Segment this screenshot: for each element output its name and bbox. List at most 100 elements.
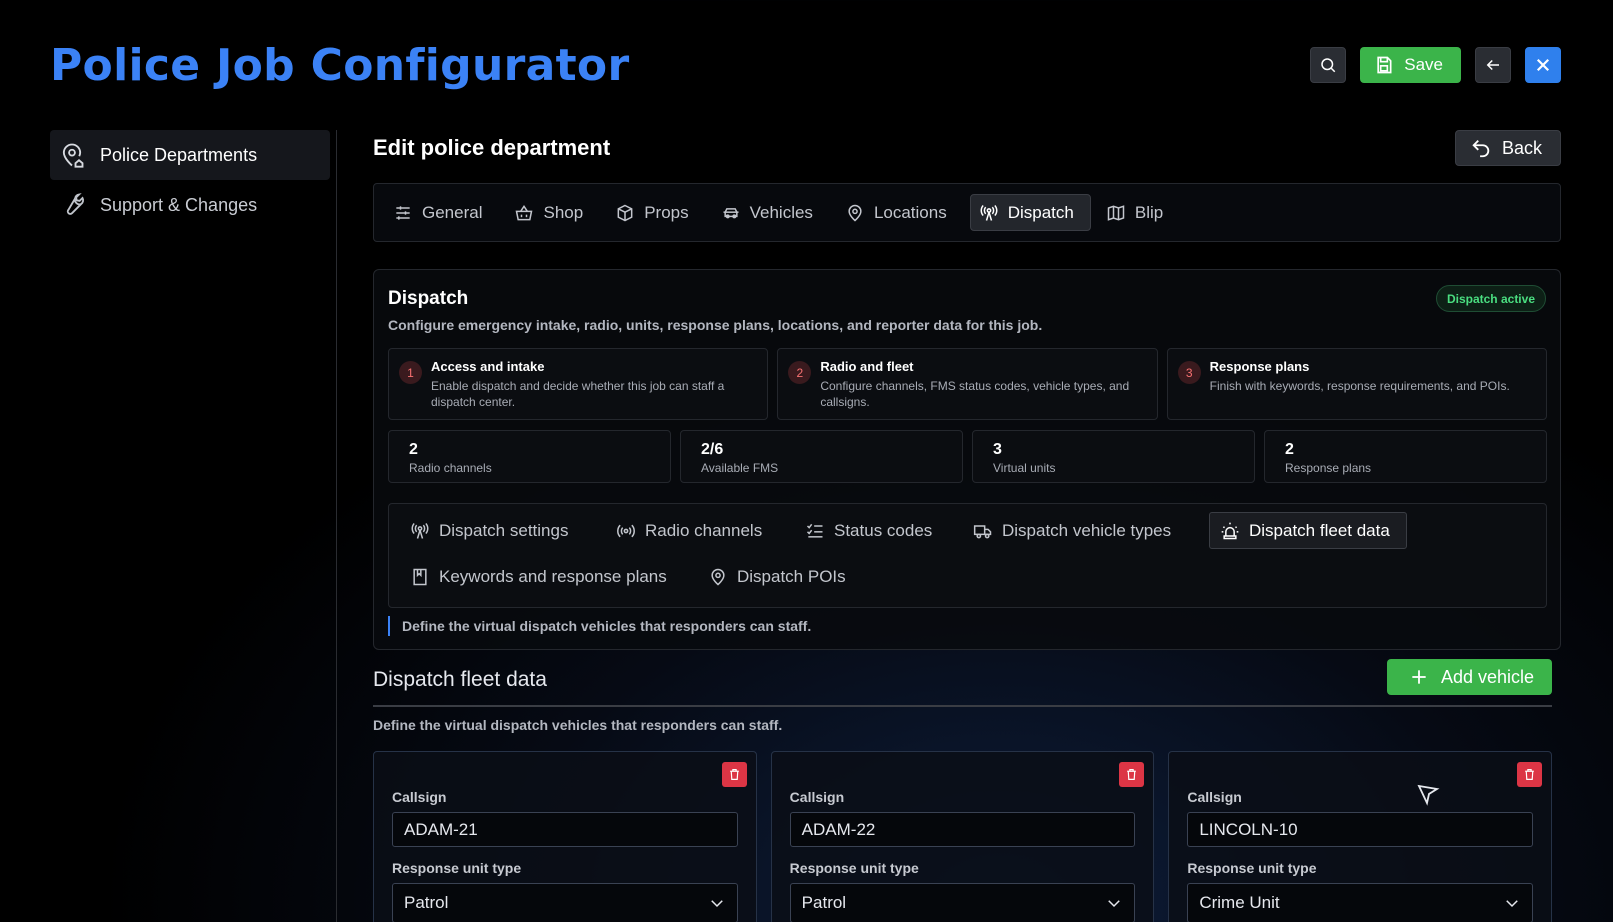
unit-type-value: Crime Unit xyxy=(1199,893,1280,912)
subtab-label: Dispatch vehicle types xyxy=(1002,520,1172,540)
sidebar: Police Departments Support & Changes xyxy=(50,130,330,230)
chevron-down-icon xyxy=(1105,894,1123,912)
search-button[interactable] xyxy=(1310,47,1347,83)
unit-type-select[interactable]: Patrol xyxy=(789,883,1136,922)
radio-icon xyxy=(616,521,636,541)
sidebar-item-support[interactable]: Support & Changes xyxy=(50,180,330,230)
subtab-label: Dispatch POIs xyxy=(737,566,846,586)
radio-tower-icon xyxy=(979,203,999,223)
subtab-label: Radio channels xyxy=(645,520,763,540)
callsign-input[interactable]: ADAM-21 xyxy=(392,812,738,847)
vehicle-card: Callsign LINCOLN-10 Response unit type C… xyxy=(1168,751,1553,922)
search-icon xyxy=(1319,56,1337,74)
siren-icon xyxy=(1220,521,1240,541)
stat-label: Response plans xyxy=(1285,461,1372,475)
tab-label: Vehicles xyxy=(749,202,813,222)
step-number: 1 xyxy=(399,361,422,384)
vehicle-card: Callsign ADAM-21 Response unit type Patr… xyxy=(373,751,757,922)
subtab-label: Keywords and response plans xyxy=(439,566,667,586)
step-number: 3 xyxy=(1177,361,1201,384)
chevron-down-icon xyxy=(1503,894,1521,912)
stats: 2 Radio channels 2/6 Available FMS 3 Vir… xyxy=(388,430,1547,483)
stat-value: 2/6 xyxy=(701,441,724,458)
tab-label: Locations xyxy=(873,202,947,222)
subtab-radio-channels[interactable]: Radio channels xyxy=(605,512,779,549)
stat-label: Available FMS xyxy=(701,461,779,475)
wrench-icon xyxy=(58,191,86,219)
add-vehicle-button[interactable]: Add vehicle xyxy=(1386,659,1552,695)
unit-type-select[interactable]: Patrol xyxy=(392,883,738,922)
delete-vehicle-button[interactable] xyxy=(1119,762,1145,787)
arrow-left-icon xyxy=(1484,56,1502,74)
map-pin-icon xyxy=(708,567,728,587)
save-button[interactable]: Save xyxy=(1360,47,1461,83)
step-card: 3 Response plans Finish with keywords, r… xyxy=(1166,348,1547,420)
unit-type-label: Response unit type xyxy=(789,860,919,876)
callsign-label: Callsign xyxy=(392,789,447,805)
step-number: 2 xyxy=(788,361,812,384)
back-label: Back xyxy=(1501,137,1542,158)
plus-icon xyxy=(1409,667,1429,687)
subtab-dispatch-vehicle-types[interactable]: Dispatch vehicle types xyxy=(962,512,1188,549)
dispatch-title: Dispatch xyxy=(388,288,469,309)
stat-card: 2/6 Available FMS xyxy=(680,430,963,483)
fleet-cards: Callsign ADAM-21 Response unit type Patr… xyxy=(373,751,1553,922)
step-card: 2 Radio and fleet Configure channels, FM… xyxy=(777,348,1158,420)
callsign-input[interactable]: LINCOLN-10 xyxy=(1187,812,1534,847)
callsign-label: Callsign xyxy=(1187,789,1242,805)
subtab-dispatch-fleet-data[interactable]: Dispatch fleet data xyxy=(1209,512,1407,549)
subtab-label: Dispatch settings xyxy=(439,520,569,540)
stat-value: 3 xyxy=(993,441,1002,458)
tab-label: Blip xyxy=(1134,202,1164,222)
stat-label: Virtual units xyxy=(993,461,1056,475)
save-label: Save xyxy=(1404,55,1443,74)
tab-label: Shop xyxy=(543,202,584,222)
back-arrow-button[interactable] xyxy=(1475,47,1511,83)
sidebar-item-police-departments[interactable]: Police Departments xyxy=(50,130,330,180)
subtab-keywords-response-plans[interactable]: Keywords and response plans xyxy=(399,558,684,595)
save-icon xyxy=(1374,55,1394,75)
book-icon xyxy=(410,567,430,587)
fleet-section-header: Dispatch fleet data Add vehicle xyxy=(373,659,1552,707)
sidebar-item-label: Support & Changes xyxy=(100,194,258,215)
subtab-dispatch-pois[interactable]: Dispatch POIs xyxy=(697,558,863,595)
back-button[interactable]: Back xyxy=(1454,130,1561,166)
add-vehicle-label: Add vehicle xyxy=(1440,666,1534,687)
truck-icon xyxy=(973,521,993,541)
unit-type-value: Patrol xyxy=(801,893,847,912)
stat-value: 2 xyxy=(1285,441,1294,458)
steps: 1 Access and intake Enable dispatch and … xyxy=(388,348,1547,420)
step-title: Radio and fleet xyxy=(820,359,914,374)
unit-type-label: Response unit type xyxy=(392,860,522,876)
tab-locations[interactable]: Locations xyxy=(836,194,964,231)
tab-vehicles[interactable]: Vehicles xyxy=(712,194,830,231)
subtab-hint: Define the virtual dispatch vehicles tha… xyxy=(388,616,811,636)
car-icon xyxy=(721,203,741,223)
subtab-dispatch-settings[interactable]: Dispatch settings xyxy=(399,512,585,549)
main-tabs: General Shop Props Vehicles Locations Di… xyxy=(373,183,1561,242)
dispatch-subtitle: Configure emergency intake, radio, units… xyxy=(388,317,1043,333)
tab-dispatch[interactable]: Dispatch xyxy=(969,194,1091,231)
map-icon xyxy=(1106,203,1126,223)
unit-type-select[interactable]: Crime Unit xyxy=(1187,883,1534,922)
basket-icon xyxy=(514,203,534,223)
delete-vehicle-button[interactable] xyxy=(721,762,747,787)
tab-blip[interactable]: Blip xyxy=(1097,194,1180,231)
fleet-section-description: Define the virtual dispatch vehicles tha… xyxy=(373,717,783,733)
subtab-status-codes[interactable]: Status codes xyxy=(794,512,949,549)
delete-vehicle-button[interactable] xyxy=(1517,762,1543,787)
tab-props[interactable]: Props xyxy=(606,194,705,231)
close-button[interactable] xyxy=(1525,47,1561,83)
dispatch-subtabs: Dispatch settings Radio channels Status … xyxy=(388,503,1547,608)
trash-icon xyxy=(728,768,741,781)
top-actions: Save xyxy=(1310,47,1561,83)
callsign-label: Callsign xyxy=(789,789,845,805)
stat-label: Radio channels xyxy=(409,461,492,475)
tab-general[interactable]: General xyxy=(384,194,499,231)
map-pin-icon xyxy=(845,203,865,223)
tab-shop[interactable]: Shop xyxy=(505,194,600,231)
app-title: Police Job Configurator xyxy=(50,40,630,91)
chevron-down-icon xyxy=(708,894,726,912)
step-title: Response plans xyxy=(1209,359,1310,374)
callsign-input[interactable]: ADAM-22 xyxy=(789,812,1136,847)
